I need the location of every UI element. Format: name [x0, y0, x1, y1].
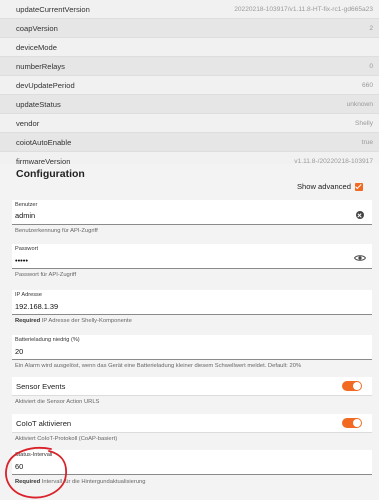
property-value: unknown: [346, 100, 373, 108]
property-key: numberRelays: [16, 61, 65, 71]
eye-icon[interactable]: [354, 254, 366, 262]
username-help: Benutzerkennung für API-Zugriff: [15, 228, 98, 234]
property-value: true: [361, 138, 373, 146]
property-row: coapVersion 2: [0, 19, 379, 38]
show-advanced-label: Show advanced: [296, 182, 351, 191]
property-row: coiotAutoEnable true: [0, 133, 379, 152]
username-label: Benutzer: [15, 202, 38, 208]
property-row: deviceMode: [0, 38, 379, 57]
ip-address-value: 192.168.1.39: [15, 302, 59, 311]
status-interval-label: Status-Intervall: [15, 452, 53, 458]
property-key: devUpdatePeriod: [16, 80, 75, 90]
property-row: updateStatus unknown: [0, 95, 379, 114]
battery-low-label: Batterieladung niedrig (%): [15, 337, 80, 343]
sensor-events-label: Sensor Events: [16, 382, 66, 391]
required-tag: Required: [15, 479, 41, 485]
property-key: updateStatus: [16, 99, 61, 109]
status-interval-field[interactable]: Status-Intervall 60: [12, 450, 372, 475]
password-value: •••••: [15, 256, 28, 265]
property-row: updateCurrentVersion 20220218-103917/v1.…: [0, 0, 379, 19]
sensor-events-switch[interactable]: [342, 381, 362, 391]
property-key: coapVersion: [16, 23, 58, 33]
status-interval-help: Required Intervall für die Hintergundakt…: [15, 479, 146, 485]
battery-low-field[interactable]: Batterieladung niedrig (%) 20: [12, 335, 372, 360]
battery-low-value: 20: [15, 347, 24, 356]
coiot-label: CoIoT aktivieren: [16, 419, 72, 428]
property-row: devUpdatePeriod 660: [0, 76, 379, 95]
show-advanced-checkbox[interactable]: [355, 182, 363, 191]
property-row: vendor Shelly: [0, 114, 379, 133]
password-label: Passwort: [15, 246, 39, 252]
property-value: 2: [369, 24, 373, 32]
password-help: Passwort für API-Zugriff: [15, 272, 77, 278]
battery-low-help: Ein Alarm wird ausgelöst, wenn das Gerät…: [15, 363, 302, 369]
username-field[interactable]: Benutzer admin: [12, 200, 372, 225]
property-row: numberRelays 0: [0, 57, 379, 76]
ip-address-help-text: IP Adresse der Shelly-Komponente: [40, 318, 132, 324]
password-field[interactable]: Passwort •••••: [12, 244, 372, 269]
configuration-title: Configuration: [16, 168, 85, 180]
property-key: vendor: [16, 118, 40, 128]
property-value: 660: [361, 81, 373, 89]
clear-icon[interactable]: [356, 211, 364, 219]
property-value: 0: [369, 62, 373, 70]
property-key: updateCurrentVersion: [16, 4, 90, 14]
coiot-switch[interactable]: [342, 418, 362, 428]
ip-address-field[interactable]: IP Adresse 192.168.1.39: [12, 290, 372, 315]
ip-address-label: IP Adresse: [15, 292, 42, 298]
status-interval-value: 60: [15, 462, 24, 471]
sensor-events-help: Aktiviert die Sensor Action URLS: [15, 399, 100, 405]
property-key: deviceMode: [16, 42, 57, 52]
show-advanced-toggle[interactable]: Show advanced: [297, 182, 363, 191]
ip-address-help: Required IP Adresse der Shelly-Komponent…: [15, 318, 132, 324]
required-tag: Required: [15, 318, 41, 324]
coiot-row: CoIoT aktivieren: [12, 414, 372, 433]
property-value: 20220218-103917/v1.11.8-HT-fix-rc1-gd665…: [234, 5, 373, 13]
property-value: Shelly: [355, 119, 373, 127]
sensor-events-row: Sensor Events: [12, 377, 372, 396]
property-key: coiotAutoEnable: [16, 137, 72, 147]
username-value: admin: [15, 211, 36, 220]
status-interval-help-text: Intervall für die Hintergundaktualisieru…: [40, 479, 146, 485]
coiot-help: Aktiviert CoIoT-Protokoll (CoAP-basiert): [15, 436, 118, 442]
thing-properties-table: updateCurrentVersion 20220218-103917/v1.…: [0, 0, 379, 190]
